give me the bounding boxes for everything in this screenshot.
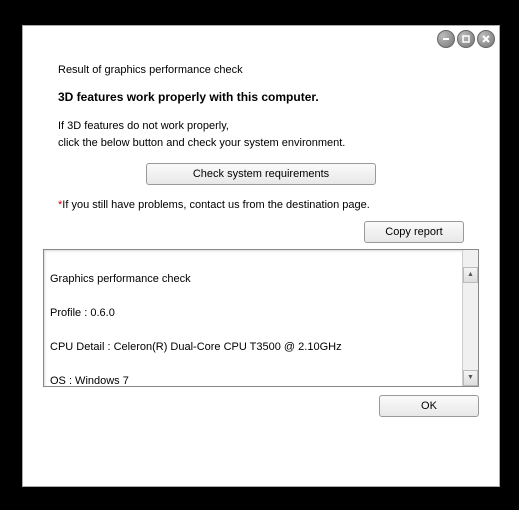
check-button-row: Check system requirements — [58, 163, 464, 185]
copy-button-row: Copy report — [58, 221, 464, 243]
subtext-line1: If 3D features do not work properly, — [58, 120, 229, 132]
close-icon — [481, 34, 491, 44]
report-textarea[interactable]: Graphics performance check Profile : 0.6… — [43, 249, 479, 387]
scroll-track[interactable] — [463, 266, 478, 370]
scroll-down-button[interactable]: ▼ — [463, 370, 478, 386]
minimize-button[interactable] — [437, 30, 455, 48]
subtext-line2: click the below button and check your sy… — [58, 137, 345, 149]
maximize-icon — [461, 34, 471, 44]
report-line: Graphics performance check — [50, 271, 472, 288]
close-button[interactable] — [477, 30, 495, 48]
result-headline: 3D features work properly with this comp… — [58, 90, 464, 104]
ok-button[interactable]: OK — [379, 395, 479, 417]
titlebar — [23, 26, 499, 50]
copy-report-button[interactable]: Copy report — [364, 221, 464, 243]
chevron-down-icon: ▼ — [467, 373, 474, 384]
ok-button-row: OK — [58, 395, 479, 417]
contact-message: If you still have problems, contact us f… — [62, 199, 370, 211]
scrollbar[interactable]: ▲ ▼ — [462, 250, 478, 386]
check-requirements-button[interactable]: Check system requirements — [146, 163, 376, 185]
dialog-content: Result of graphics performance check 3D … — [23, 50, 499, 422]
contact-text: *If you still have problems, contact us … — [58, 199, 464, 211]
result-subtext: If 3D features do not work properly, cli… — [58, 118, 464, 151]
result-heading: Result of graphics performance check — [58, 64, 464, 76]
report-line: Profile : 0.6.0 — [50, 305, 472, 322]
dialog-window: Result of graphics performance check 3D … — [22, 25, 500, 487]
report-line: CPU Detail : Celeron(R) Dual-Core CPU T3… — [50, 339, 472, 356]
report-line: OS : Windows 7 — [50, 373, 472, 387]
maximize-button[interactable] — [457, 30, 475, 48]
minimize-icon — [441, 34, 451, 44]
